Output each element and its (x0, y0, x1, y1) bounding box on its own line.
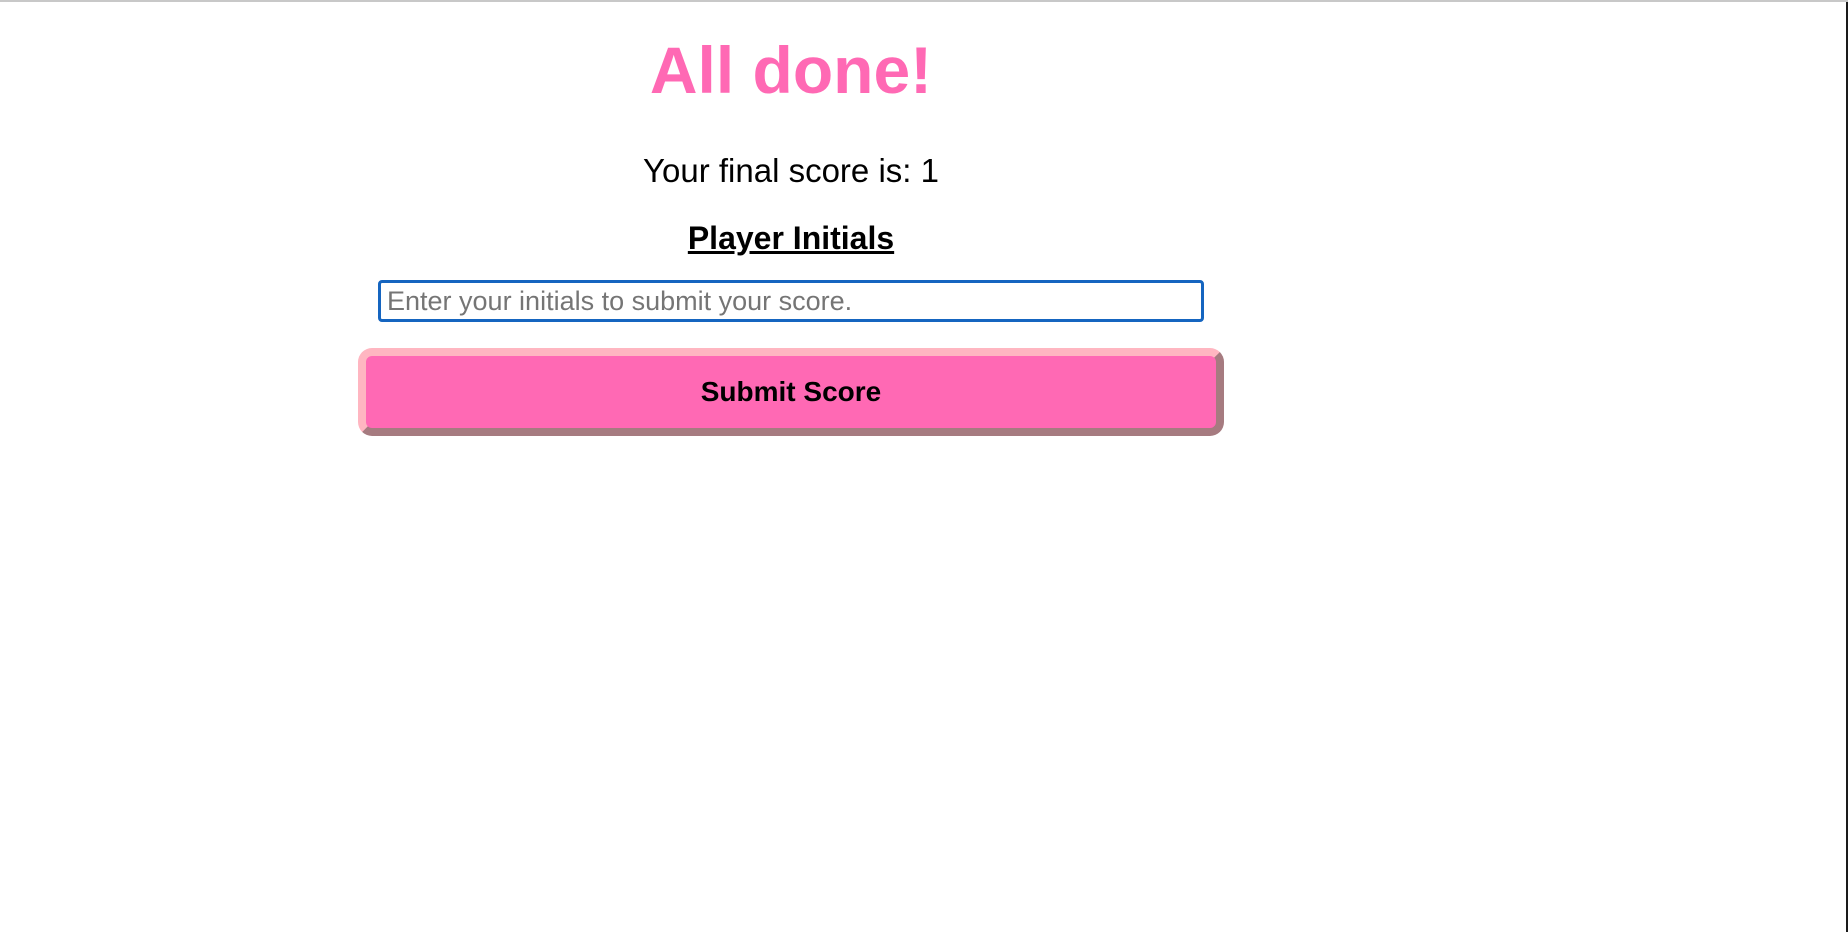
submit-score-button[interactable]: Submit Score (358, 348, 1224, 436)
final-score-text: Your final score is: 1 (643, 152, 939, 189)
page-title: All done! (649, 33, 933, 107)
initials-label: Player Initials (687, 220, 895, 256)
initials-input[interactable] (378, 280, 1204, 322)
quiz-end-page: All done! Your final score is: 1 Player … (0, 0, 1848, 932)
